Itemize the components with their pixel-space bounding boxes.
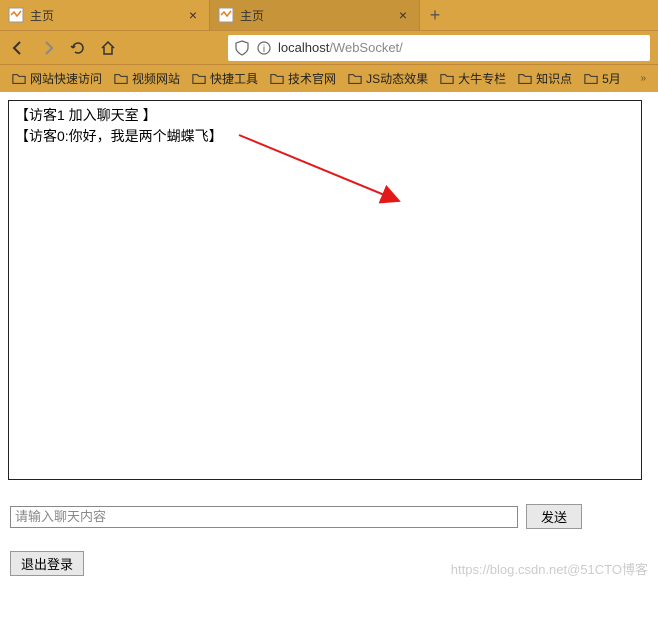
page-content: 【访客1 加入聊天室 】 【访客0:你好，我是两个蝴蝶飞】 发送 退出登录 ht… (0, 92, 658, 584)
chat-messages-box: 【访客1 加入聊天室 】 【访客0:你好，我是两个蝴蝶飞】 (8, 100, 642, 480)
bookmark-item[interactable]: 知识点 (514, 68, 576, 89)
logout-button[interactable]: 退出登录 (10, 551, 84, 576)
folder-icon (270, 72, 284, 86)
tab-favicon (218, 7, 234, 23)
folder-icon (584, 72, 598, 86)
bookmark-label: 视频网站 (132, 70, 180, 87)
bookmark-item[interactable]: JS动态效果 (344, 68, 432, 89)
bookmark-label: 技术官网 (288, 70, 336, 87)
bookmark-item[interactable]: 网站快速访问 (8, 68, 106, 89)
bookmarks-overflow[interactable]: » (636, 73, 650, 84)
send-button[interactable]: 发送 (526, 504, 582, 529)
folder-icon (440, 72, 454, 86)
watermark: https://blog.csdn.net@51CTO博客 (451, 559, 648, 578)
folder-icon (192, 72, 206, 86)
tab-title: 主页 (30, 7, 185, 24)
bookmark-item[interactable]: 技术官网 (266, 68, 340, 89)
reload-button[interactable] (68, 38, 88, 58)
folder-icon (114, 72, 128, 86)
annotation-arrow (19, 111, 639, 481)
url-bar[interactable]: i localhost/WebSocket/ (228, 35, 650, 61)
bookmark-item[interactable]: 视频网站 (110, 68, 184, 89)
bookmark-label: 网站快速访问 (30, 70, 102, 87)
bookmark-item[interactable]: 大牛专栏 (436, 68, 510, 89)
browser-tab-0[interactable]: 主页 × (0, 0, 210, 30)
tab-title: 主页 (240, 7, 395, 24)
forward-button[interactable] (38, 38, 58, 58)
svg-text:i: i (263, 44, 265, 55)
back-button[interactable] (8, 38, 28, 58)
info-icon[interactable]: i (256, 40, 272, 56)
bookmark-label: 快捷工具 (210, 70, 258, 87)
bookmark-label: 大牛专栏 (458, 70, 506, 87)
folder-icon (348, 72, 362, 86)
browser-tab-1[interactable]: 主页 × (210, 0, 420, 30)
bookmarks-bar: 网站快速访问 视频网站 快捷工具 技术官网 JS动态效果 大牛专栏 知识点 5月… (0, 64, 658, 92)
nav-bar: i localhost/WebSocket/ (0, 30, 658, 64)
bookmark-label: 5月 (602, 70, 621, 87)
home-button[interactable] (98, 38, 118, 58)
folder-icon (12, 72, 26, 86)
bookmark-item[interactable]: 快捷工具 (188, 68, 262, 89)
url-text: localhost/WebSocket/ (278, 40, 644, 55)
bookmark-label: 知识点 (536, 70, 572, 87)
bookmark-label: JS动态效果 (366, 70, 428, 87)
shield-icon (234, 40, 250, 56)
close-icon[interactable]: × (185, 7, 201, 23)
folder-icon (518, 72, 532, 86)
chat-message: 【访客0:你好，我是两个蝴蝶飞】 (15, 126, 635, 147)
chat-input[interactable] (10, 506, 518, 528)
close-icon[interactable]: × (395, 7, 411, 23)
bookmark-item[interactable]: 5月 (580, 68, 625, 89)
tab-bar: 主页 × 主页 × + (0, 0, 658, 30)
new-tab-button[interactable]: + (420, 0, 450, 30)
chat-message: 【访客1 加入聊天室 】 (15, 105, 635, 126)
tab-favicon (8, 7, 24, 23)
chat-input-row: 发送 (8, 504, 650, 529)
